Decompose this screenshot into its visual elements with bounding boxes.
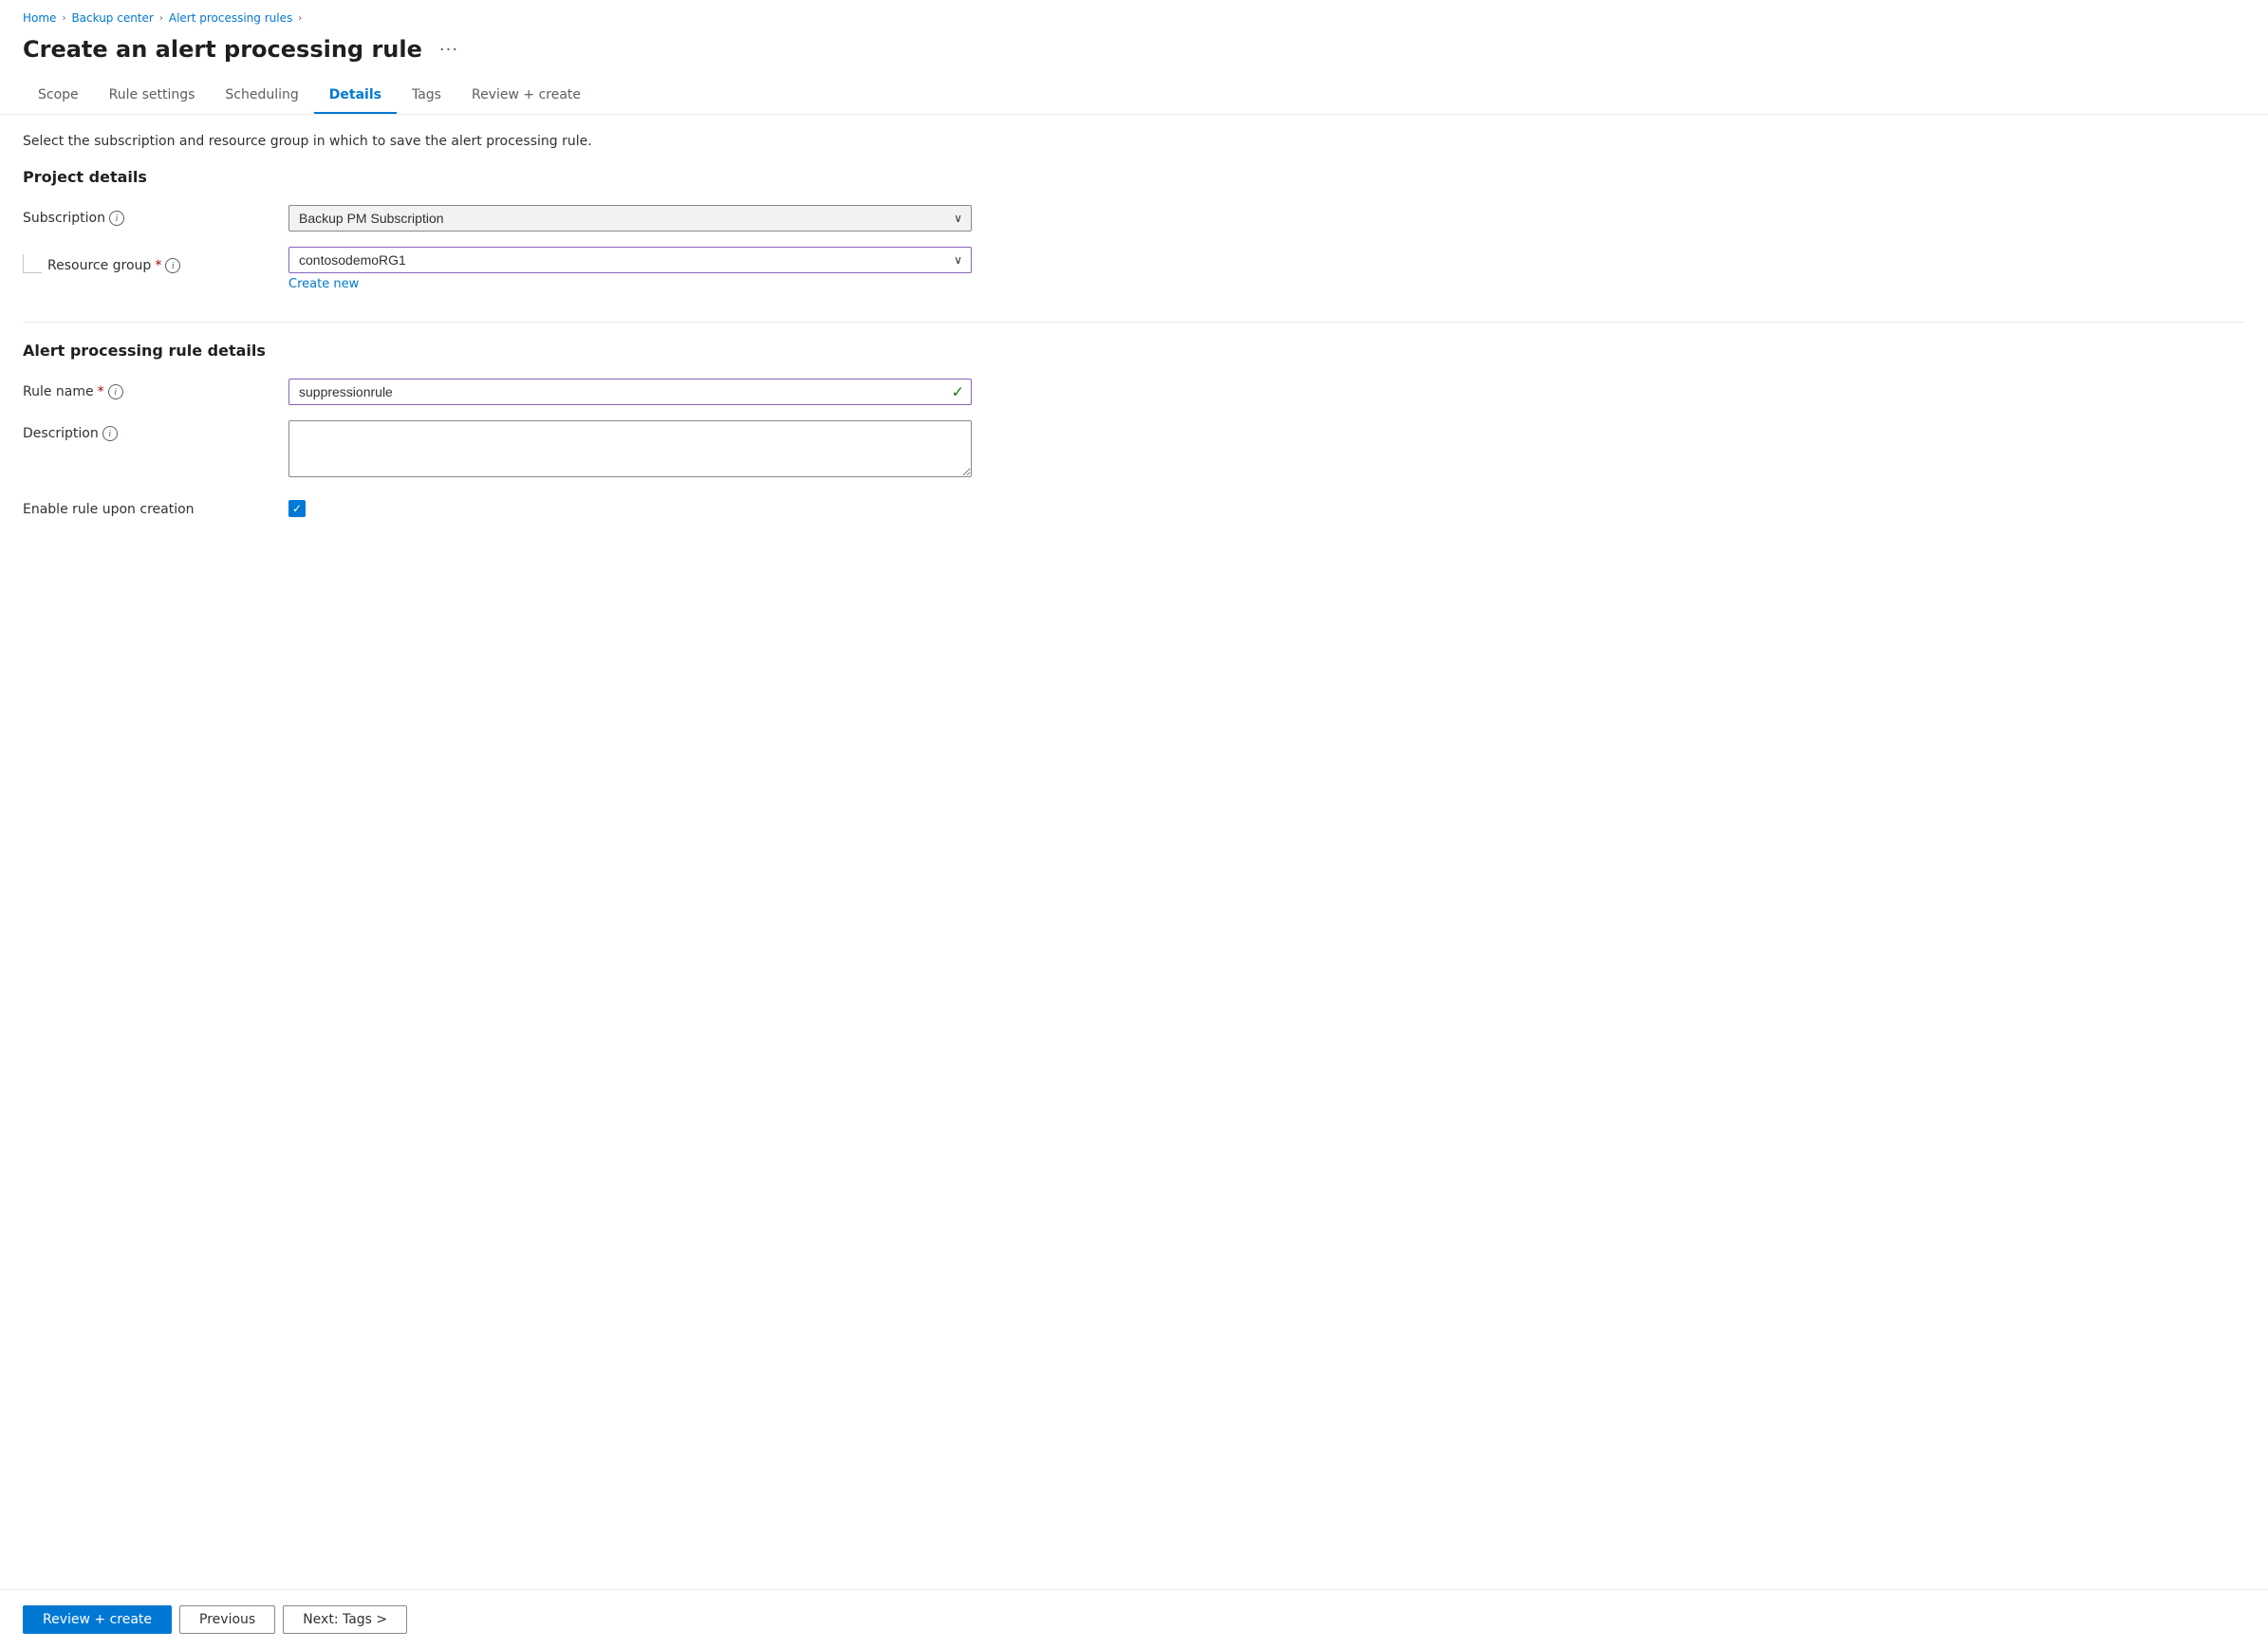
tab-tags[interactable]: Tags [397, 78, 456, 114]
rule-name-required: * [98, 384, 104, 399]
rule-name-info-icon[interactable]: i [108, 384, 123, 399]
checkbox-check-icon: ✓ [292, 502, 302, 515]
rule-name-label: Rule name [23, 384, 94, 399]
rule-details-section: Alert processing rule details Rule name … [23, 342, 2245, 517]
resource-group-label-col: Resource group * i [23, 247, 288, 273]
description-label-col: Description i [23, 420, 288, 441]
rule-name-row: Rule name * i ✓ [23, 379, 2245, 405]
breadcrumb-backup-center[interactable]: Backup center [71, 11, 153, 25]
description-label: Description [23, 426, 99, 441]
resource-group-select[interactable]: contosodemoRG1 [288, 247, 972, 273]
description-input[interactable] [288, 420, 972, 477]
tab-details[interactable]: Details [314, 78, 397, 114]
breadcrumb: Home › Backup center › Alert processing … [0, 0, 2268, 32]
rule-details-title: Alert processing rule details [23, 342, 2245, 360]
project-details-section: Project details Subscription i Backup PM… [23, 168, 2245, 291]
subscription-label: Subscription [23, 211, 105, 226]
description-info-icon[interactable]: i [102, 426, 118, 441]
create-new-resource-group-link[interactable]: Create new [288, 277, 359, 291]
review-create-button[interactable]: Review + create [23, 1605, 172, 1634]
subscription-row: Subscription i Backup PM Subscription ∨ [23, 205, 2245, 232]
rule-name-input[interactable] [288, 379, 972, 405]
indent-line [23, 254, 42, 273]
resource-group-control-col: contosodemoRG1 ∨ Create new [288, 247, 972, 291]
resource-group-info-icon[interactable]: i [165, 258, 180, 273]
subscription-info-icon[interactable]: i [109, 211, 124, 226]
breadcrumb-alert-rules[interactable]: Alert processing rules [169, 11, 292, 25]
resource-group-required: * [155, 258, 161, 273]
subscription-control-col: Backup PM Subscription ∨ [288, 205, 972, 232]
page-header: Create an alert processing rule ··· [0, 32, 2268, 78]
enable-rule-label-col: Enable rule upon creation [23, 496, 288, 517]
tab-scheduling[interactable]: Scheduling [210, 78, 313, 114]
subscription-select[interactable]: Backup PM Subscription [288, 205, 972, 232]
subscription-label-col: Subscription i [23, 205, 288, 226]
section-divider [23, 322, 2245, 323]
description-control-col [288, 420, 972, 481]
resource-group-select-wrapper: contosodemoRG1 ∨ [288, 247, 972, 273]
rule-name-valid-icon: ✓ [952, 383, 964, 401]
previous-button[interactable]: Previous [179, 1605, 275, 1634]
breadcrumb-sep-3: › [298, 13, 302, 24]
breadcrumb-sep-1: › [62, 13, 65, 24]
enable-rule-label: Enable rule upon creation [23, 502, 195, 517]
section-description: Select the subscription and resource gro… [23, 134, 2245, 149]
tab-review-create[interactable]: Review + create [456, 78, 596, 114]
enable-rule-row: Enable rule upon creation ✓ [23, 496, 2245, 517]
rule-name-input-wrapper: ✓ [288, 379, 972, 405]
enable-rule-checkbox[interactable]: ✓ [288, 500, 306, 517]
more-options-icon[interactable]: ··· [434, 38, 464, 62]
resource-group-label: Resource group [47, 258, 151, 273]
rule-name-control-col: ✓ [288, 379, 972, 405]
description-row: Description i [23, 420, 2245, 481]
enable-rule-checkbox-wrapper: ✓ [288, 496, 972, 517]
main-content: Select the subscription and resource gro… [0, 115, 2268, 566]
breadcrumb-home[interactable]: Home [23, 11, 56, 25]
resource-group-row: Resource group * i contosodemoRG1 ∨ Crea… [23, 247, 2245, 291]
tab-rule-settings[interactable]: Rule settings [94, 78, 211, 114]
tab-scope[interactable]: Scope [23, 78, 94, 114]
next-button[interactable]: Next: Tags > [283, 1605, 407, 1634]
project-details-title: Project details [23, 168, 2245, 186]
page-title: Create an alert processing rule [23, 36, 422, 63]
rule-name-label-col: Rule name * i [23, 379, 288, 399]
enable-rule-control-col: ✓ [288, 496, 972, 517]
bottom-bar: Review + create Previous Next: Tags > [0, 1589, 2268, 1649]
breadcrumb-sep-2: › [159, 13, 163, 24]
tabs-nav: Scope Rule settings Scheduling Details T… [0, 78, 2268, 115]
subscription-select-wrapper: Backup PM Subscription ∨ [288, 205, 972, 232]
